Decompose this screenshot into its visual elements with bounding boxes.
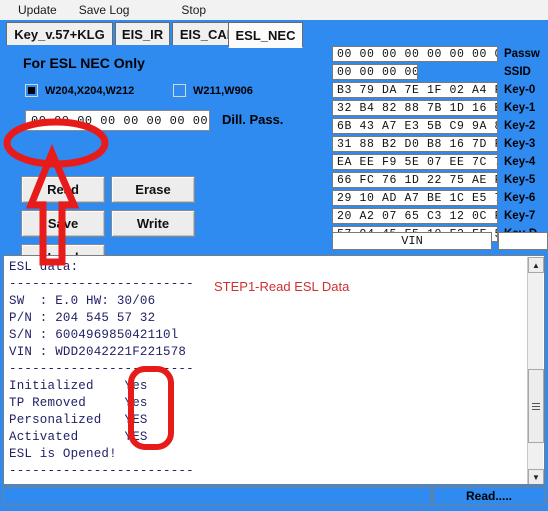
scroll-up-arrow-icon[interactable]: ▲ <box>528 257 544 273</box>
tab-esl-nec[interactable]: ESL_NEC <box>228 22 303 48</box>
vin-extra-field[interactable] <box>498 232 548 250</box>
hex-row-label: Key-4 <box>504 156 536 168</box>
status-left-field <box>3 487 431 505</box>
hex-value-input[interactable]: EA EE F9 5E 07 EE 7C 7B <box>332 154 498 170</box>
checkbox-w211-w906[interactable]: W211,W906 <box>173 84 253 97</box>
read-button[interactable]: Read <box>21 176 105 203</box>
checkbox-label: W204,X204,W212 <box>45 84 135 97</box>
hex-row-label: Key-0 <box>504 84 536 96</box>
log-scrollbar[interactable]: ▲ ▼ <box>527 257 544 484</box>
menu-update[interactable]: Update <box>14 1 61 19</box>
hex-value-input[interactable]: 32 B4 82 88 7B 1D 16 E4 <box>332 100 498 116</box>
menu-bar: Update Save Log Stop <box>0 0 548 21</box>
table-row: 29 10 AD A7 BE 1C E5 71 Key-6 <box>332 190 548 207</box>
erase-button[interactable]: Erase <box>111 176 195 203</box>
key-data-table: 00 00 00 00 00 00 00 00 Passw 00 00 00 0… <box>332 46 548 244</box>
hex-value-input[interactable]: B3 79 DA 7E 1F 02 A4 F4 <box>332 82 498 98</box>
tab-key-v57-klg[interactable]: Key_v.57+KLG <box>6 22 113 45</box>
model-option-row: W204,X204,W212 W211,W906 <box>25 84 305 100</box>
checkbox-label: W211,W906 <box>193 84 253 97</box>
step-annotation-text: STEP1-Read ESL Data <box>214 279 350 294</box>
dill-pass-label: Dill. Pass. <box>222 112 284 127</box>
menu-stop[interactable]: Stop <box>177 1 210 19</box>
table-row: 32 B4 82 88 7B 1D 16 E4 Key-1 <box>332 100 548 117</box>
checkbox-w204-x204-w212[interactable]: W204,X204,W212 <box>25 84 134 97</box>
status-bar: Read..... <box>3 487 545 505</box>
checkbox-box-icon <box>173 84 186 97</box>
table-row: B3 79 DA 7E 1F 02 A4 F4 Key-0 <box>332 82 548 99</box>
tab-strip: Key_v.57+KLG EIS_IR EIS_CAN ESL_NEC <box>0 20 548 48</box>
save-button[interactable]: Save <box>21 210 105 237</box>
table-row: 20 A2 07 65 C3 12 0C FE Key-7 <box>332 208 548 225</box>
vin-row: VIN <box>332 232 548 250</box>
hex-value-input[interactable]: 00 00 00 00 00 00 00 00 <box>332 46 498 62</box>
hex-row-label: Key-5 <box>504 174 536 186</box>
panel-title: For ESL NEC Only <box>23 55 145 71</box>
tab-eis-ir[interactable]: EIS_IR <box>115 22 170 45</box>
table-row: 31 88 B2 D0 B8 16 7D F0 Key-3 <box>332 136 548 153</box>
write-button[interactable]: Write <box>111 210 195 237</box>
hex-value-input[interactable]: 6B 43 A7 E3 5B C9 9A 80 <box>332 118 498 134</box>
grip-icon <box>532 401 540 412</box>
hex-row-label: Key-3 <box>504 138 536 150</box>
hex-row-label: SSID <box>504 66 531 78</box>
table-row: 00 00 00 00 00 00 00 00 Passw <box>332 46 548 63</box>
hex-value-input[interactable]: 29 10 AD A7 BE 1C E5 71 <box>332 190 498 206</box>
vin-field[interactable]: VIN <box>332 232 492 250</box>
hex-value-input[interactable]: 66 FC 76 1D 22 75 AE FD <box>332 172 498 188</box>
scrollbar-thumb[interactable] <box>528 369 544 443</box>
hex-row-label: Key-7 <box>504 210 536 222</box>
dill-pass-input[interactable]: 00 00 00 00 00 00 00 00 <box>25 110 210 131</box>
table-row: 00 00 00 00 SSID <box>332 64 548 81</box>
hex-value-input[interactable]: 20 A2 07 65 C3 12 0C FE <box>332 208 498 224</box>
table-row: 6B 43 A7 E3 5B C9 9A 80 Key-2 <box>332 118 548 135</box>
status-right-field: Read..... <box>433 487 545 505</box>
hex-value-input[interactable]: 31 88 B2 D0 B8 16 7D F0 <box>332 136 498 152</box>
menu-save-log[interactable]: Save Log <box>75 1 134 19</box>
table-row: 66 FC 76 1D 22 75 AE FD Key-5 <box>332 172 548 189</box>
hex-row-label: Key-2 <box>504 120 536 132</box>
scroll-down-arrow-icon[interactable]: ▼ <box>528 469 544 484</box>
application-window: Update Save Log Stop Key_v.57+KLG EIS_IR… <box>0 0 548 511</box>
hex-row-label: Key-1 <box>504 102 536 114</box>
table-row: EA EE F9 5E 07 EE 7C 7B Key-4 <box>332 154 548 171</box>
hex-row-label: Key-6 <box>504 192 536 204</box>
hex-row-label: Passw <box>504 48 540 60</box>
checkbox-box-icon <box>25 84 38 97</box>
hex-value-input[interactable]: 00 00 00 00 <box>332 64 418 80</box>
esl-nec-panel: For ESL NEC Only W204,X204,W212 W211,W90… <box>6 46 318 271</box>
